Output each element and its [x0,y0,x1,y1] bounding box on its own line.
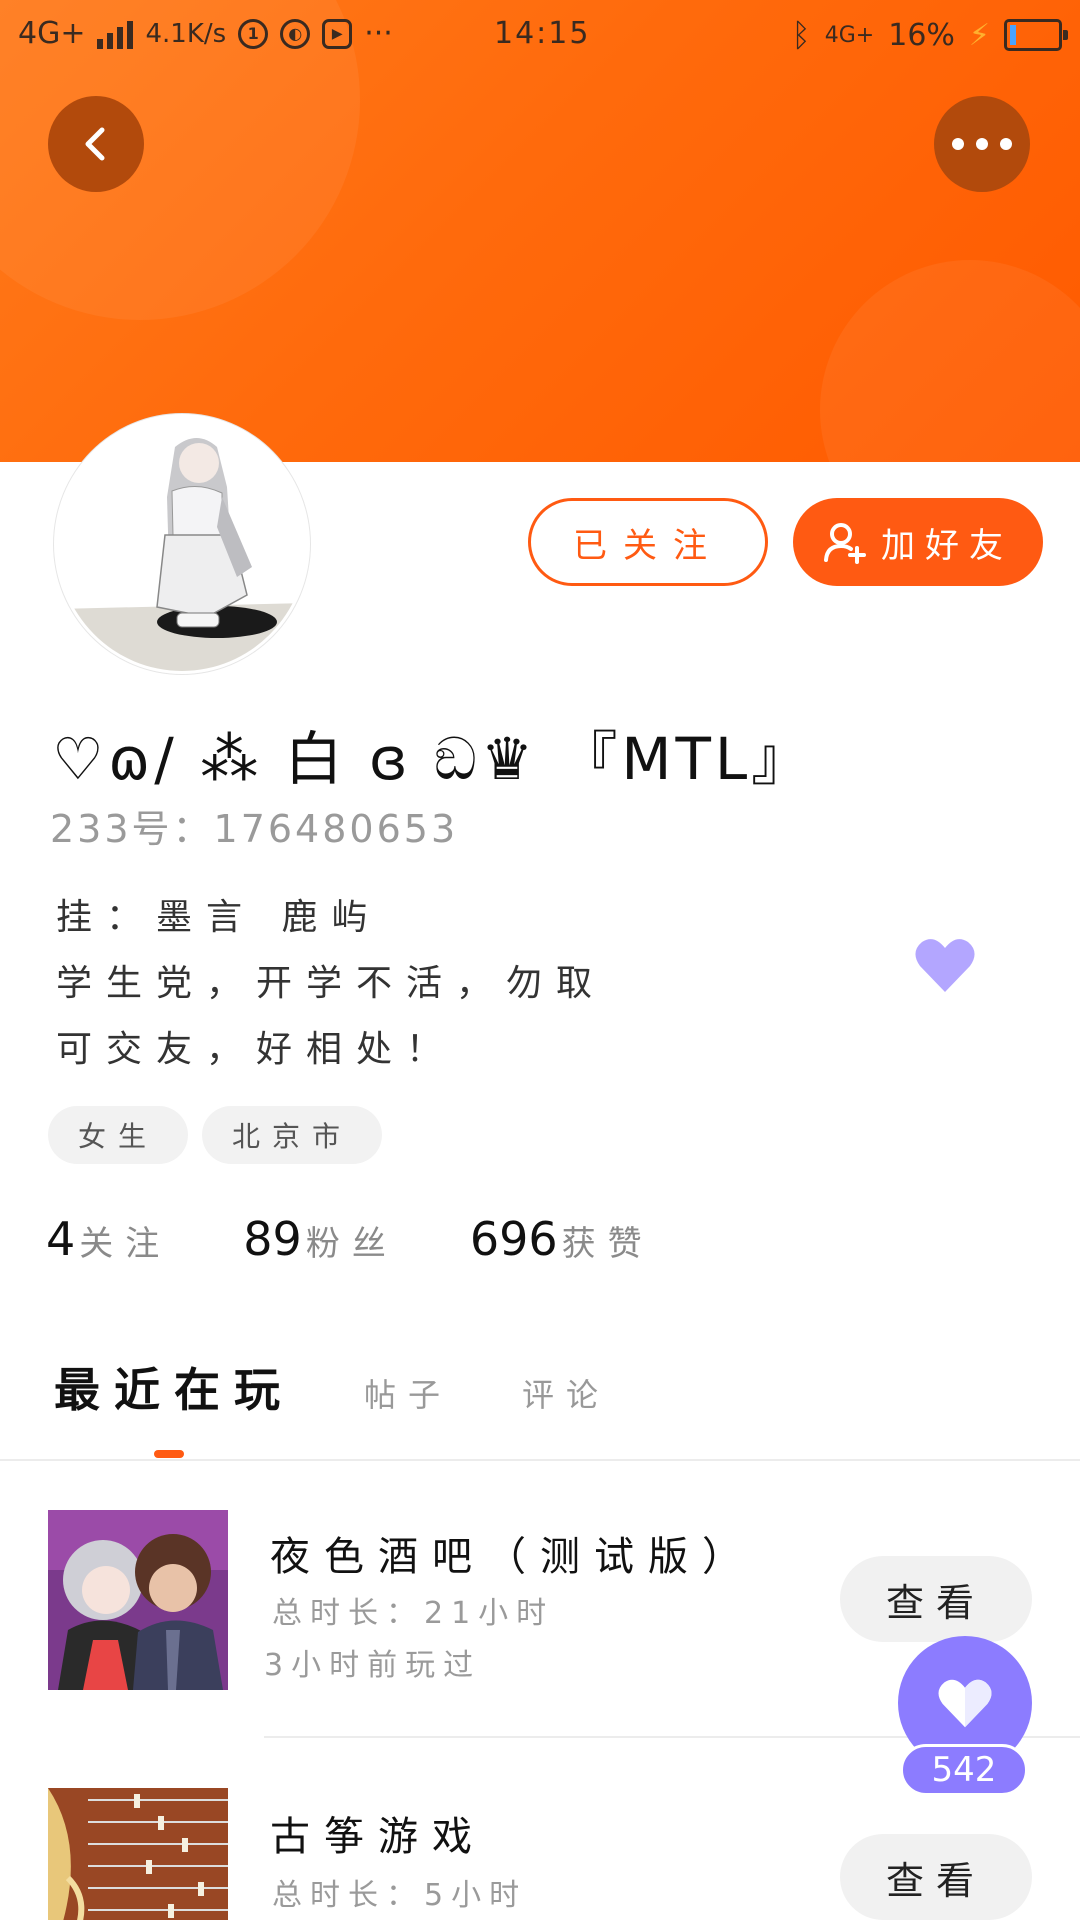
tab-recently-played[interactable]: 最近在玩 [54,1354,294,1420]
charging-icon: ⚡ [968,17,990,53]
heart-icon [938,1679,992,1728]
following-count: 4 [46,1212,76,1266]
bio-line: 挂：墨言 鹿屿 [56,897,382,938]
game-duration: 总时长：5小时 [272,1878,528,1913]
signal-icon [97,19,134,49]
likes-count: 696 [469,1212,558,1266]
battery-percent: 16% [888,17,955,53]
back-button[interactable] [48,96,144,192]
followed-button[interactable]: 已关注 [528,498,768,586]
username: ♡ɷ/ ⁂ 白 ɞ ඞ♛ 『MTL』 [52,725,814,793]
fans-label: 粉丝 [305,1224,398,1264]
profile-tags: 女生 北京市 [48,1106,383,1164]
video-notification-icon: ▶ [322,18,353,49]
banner-decor [820,260,1080,462]
gender-tag: 女生 [48,1106,189,1164]
bio-line: 学生党，开学不活，勿取 [56,963,607,1004]
profile-stats: 4 关注 89 粉丝 696 获赞 [46,1212,654,1266]
avatar[interactable] [54,414,310,674]
avatar-image [57,417,307,671]
add-friend-label: 加好友 [881,525,1013,566]
back-arrow-icon [85,127,105,161]
more-notifications: ··· [364,16,393,51]
network-type: 4G+ [18,16,86,51]
more-button[interactable] [934,96,1030,192]
like-count: 542 [900,1744,1028,1796]
more-dots-icon [952,138,1012,150]
battery-icon [1004,19,1068,51]
heart-icon[interactable] [914,936,976,994]
game-duration: 总时长：21小时 [272,1596,555,1631]
likes-stat: 696 获赞 [470,1212,654,1266]
network-type-right: 4G+ [824,22,875,48]
bio-line: 可交友，好相处！ [56,1029,457,1070]
game-title: 夜色酒吧（测试版） [270,1534,756,1580]
fans-count: 89 [243,1212,302,1266]
profile-tabs: 最近在玩 帖子 评论 [54,1354,610,1420]
tab-comments[interactable]: 评论 [522,1370,610,1416]
add-friend-button[interactable]: 加好友 [793,498,1043,586]
following-label: 关注 [79,1224,172,1264]
clock: 14:15 [494,16,591,51]
game-thumbnail [48,1510,228,1690]
fans-stat[interactable]: 89 粉丝 [243,1212,398,1266]
game-last-played: 3小时前玩过 [264,1648,482,1683]
likes-label: 获赞 [561,1224,654,1264]
view-button[interactable]: 查看 [840,1556,1032,1642]
add-user-icon [824,523,866,564]
network-speed: 4.1K/s [145,18,227,49]
tab-posts[interactable]: 帖子 [364,1370,452,1416]
tab-indicator [154,1450,184,1458]
location-tag: 北京市 [202,1106,383,1164]
user-id: 233号：176480653 [50,807,459,851]
game-thumbnail [48,1788,228,1920]
bio: 挂：墨言 鹿屿 学生党，开学不活，勿取 可交友，好相处！ [56,885,606,1083]
view-button[interactable]: 查看 [840,1834,1032,1920]
divider [0,1459,1080,1461]
following-stat[interactable]: 4 关注 [46,1212,171,1266]
browser-notification-icon: ◐ [280,18,311,49]
bluetooth-icon: ᛒ [791,16,811,54]
game-title: 古筝游戏 [270,1814,486,1860]
app-notification-icon: 1 [238,18,269,49]
status-bar: 4G+ 4.1K/s 1 ◐ ▶ ··· 14:15 ᛒ 4G+ 16% ⚡ [0,0,1080,70]
